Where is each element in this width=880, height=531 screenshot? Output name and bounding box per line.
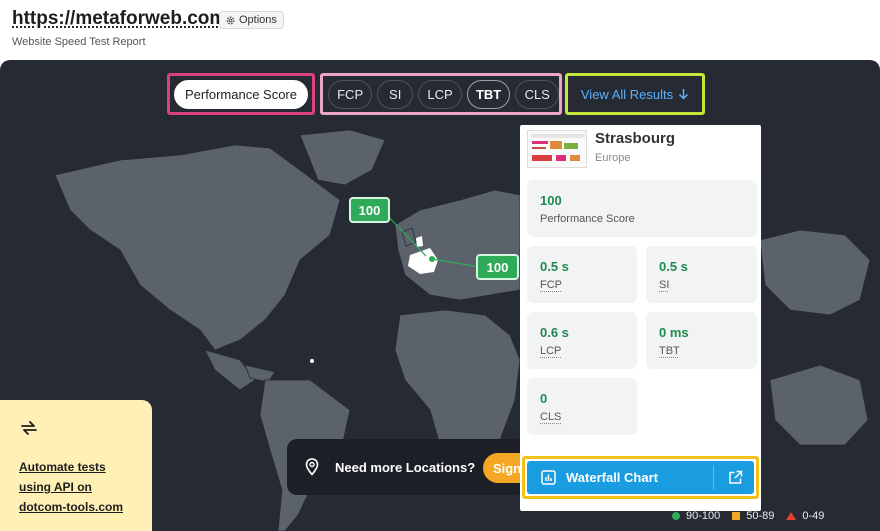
- site-url-link[interactable]: https://metaforweb.com: [12, 8, 226, 30]
- view-all-results-link[interactable]: View All Results: [581, 87, 689, 102]
- location-detail-panel: Strasbourg Europe 100 Performance Score …: [520, 125, 761, 511]
- page-thumbnail: [527, 130, 587, 168]
- view-all-label: View All Results: [580, 86, 674, 102]
- metric-label: CLS: [540, 411, 562, 423]
- arrow-down-icon: [679, 89, 689, 100]
- green-dot-icon: [672, 512, 680, 520]
- api-promo-link[interactable]: Automate tests using API on dotcom-tools…: [19, 457, 123, 517]
- tab-lcp[interactable]: LCP: [418, 79, 462, 109]
- legend-average: 50-89: [732, 510, 774, 522]
- need-more-locations-banner: Need more Locations? Sign: [287, 439, 543, 495]
- orange-square-icon: [732, 512, 741, 520]
- tab-tbt[interactable]: TBT: [466, 79, 511, 109]
- metric-value: 0: [540, 391, 548, 406]
- metric-value: 0.5 s: [540, 259, 569, 274]
- performance-score-value: 100: [540, 193, 562, 208]
- bar-chart-icon: [541, 470, 556, 485]
- tab-fcp[interactable]: FCP: [328, 79, 373, 109]
- metric-card-lcp: 0.6 s LCP: [527, 312, 637, 369]
- swap-arrows-icon: [21, 421, 37, 435]
- report-subtitle: Website Speed Test Report: [12, 36, 146, 48]
- tab-si[interactable]: SI: [377, 79, 414, 109]
- api-promo-card: Automate tests using API on dotcom-tools…: [0, 400, 152, 531]
- metric-value: 0.6 s: [540, 325, 569, 340]
- metric-card-cls: 0 CLS: [527, 378, 637, 435]
- legend-poor: 0-49: [786, 510, 824, 522]
- promo-line: Automate tests: [19, 460, 106, 474]
- need-more-locations-text: Need more Locations?: [335, 460, 476, 475]
- waterfall-chart-highlight: Waterfall Chart: [522, 456, 759, 499]
- metric-card-si: 0.5 s SI: [646, 246, 757, 303]
- legend-label: 50-89: [746, 510, 775, 522]
- metric-card-fcp: 0.5 s FCP: [527, 246, 637, 303]
- legend-label: 90-100: [686, 510, 721, 522]
- performance-tab-group: Performance Score: [167, 73, 315, 115]
- metric-label: SI: [659, 279, 670, 291]
- promo-line: dotcom-tools.com: [19, 500, 123, 514]
- location-city: Strasbourg: [595, 130, 676, 147]
- location-region: Europe: [595, 152, 631, 164]
- map-marker-score[interactable]: 100: [476, 254, 519, 280]
- waterfall-chart-button[interactable]: Waterfall Chart: [527, 461, 754, 494]
- score-legend: 90-100 50-89 0-49: [672, 510, 824, 522]
- performance-score-label: Performance Score: [540, 213, 635, 225]
- tab-cls[interactable]: CLS: [515, 79, 560, 109]
- promo-line: using API on: [19, 480, 92, 494]
- legend-good: 90-100: [672, 510, 720, 522]
- metric-label: TBT: [659, 345, 680, 357]
- external-link-icon[interactable]: [728, 470, 743, 485]
- metric-label: FCP: [540, 279, 562, 291]
- options-label: Options: [239, 14, 277, 26]
- location-pin-icon: [305, 458, 319, 476]
- metric-card-tbt: 0 ms TBT: [646, 312, 757, 369]
- gear-icon: [226, 16, 235, 24]
- red-triangle-icon: [786, 512, 797, 520]
- map-marker-score[interactable]: 100: [349, 197, 390, 223]
- performance-score-card: 100 Performance Score: [527, 180, 757, 237]
- tab-performance-score[interactable]: Performance Score: [174, 79, 308, 109]
- view-all-results-box: View All Results: [565, 73, 705, 115]
- metric-value: 0 ms: [659, 325, 689, 340]
- metric-value: 0.5 s: [659, 259, 688, 274]
- legend-label: 0-49: [802, 510, 825, 522]
- metric-tab-group: FCP SI LCP TBT CLS: [320, 73, 562, 115]
- options-button[interactable]: Options: [219, 11, 284, 29]
- metric-label: LCP: [540, 345, 562, 357]
- waterfall-chart-label: Waterfall Chart: [566, 470, 658, 485]
- thumbnail-image: [531, 134, 585, 161]
- report-header: https://metaforweb.com Options Website S…: [0, 0, 880, 60]
